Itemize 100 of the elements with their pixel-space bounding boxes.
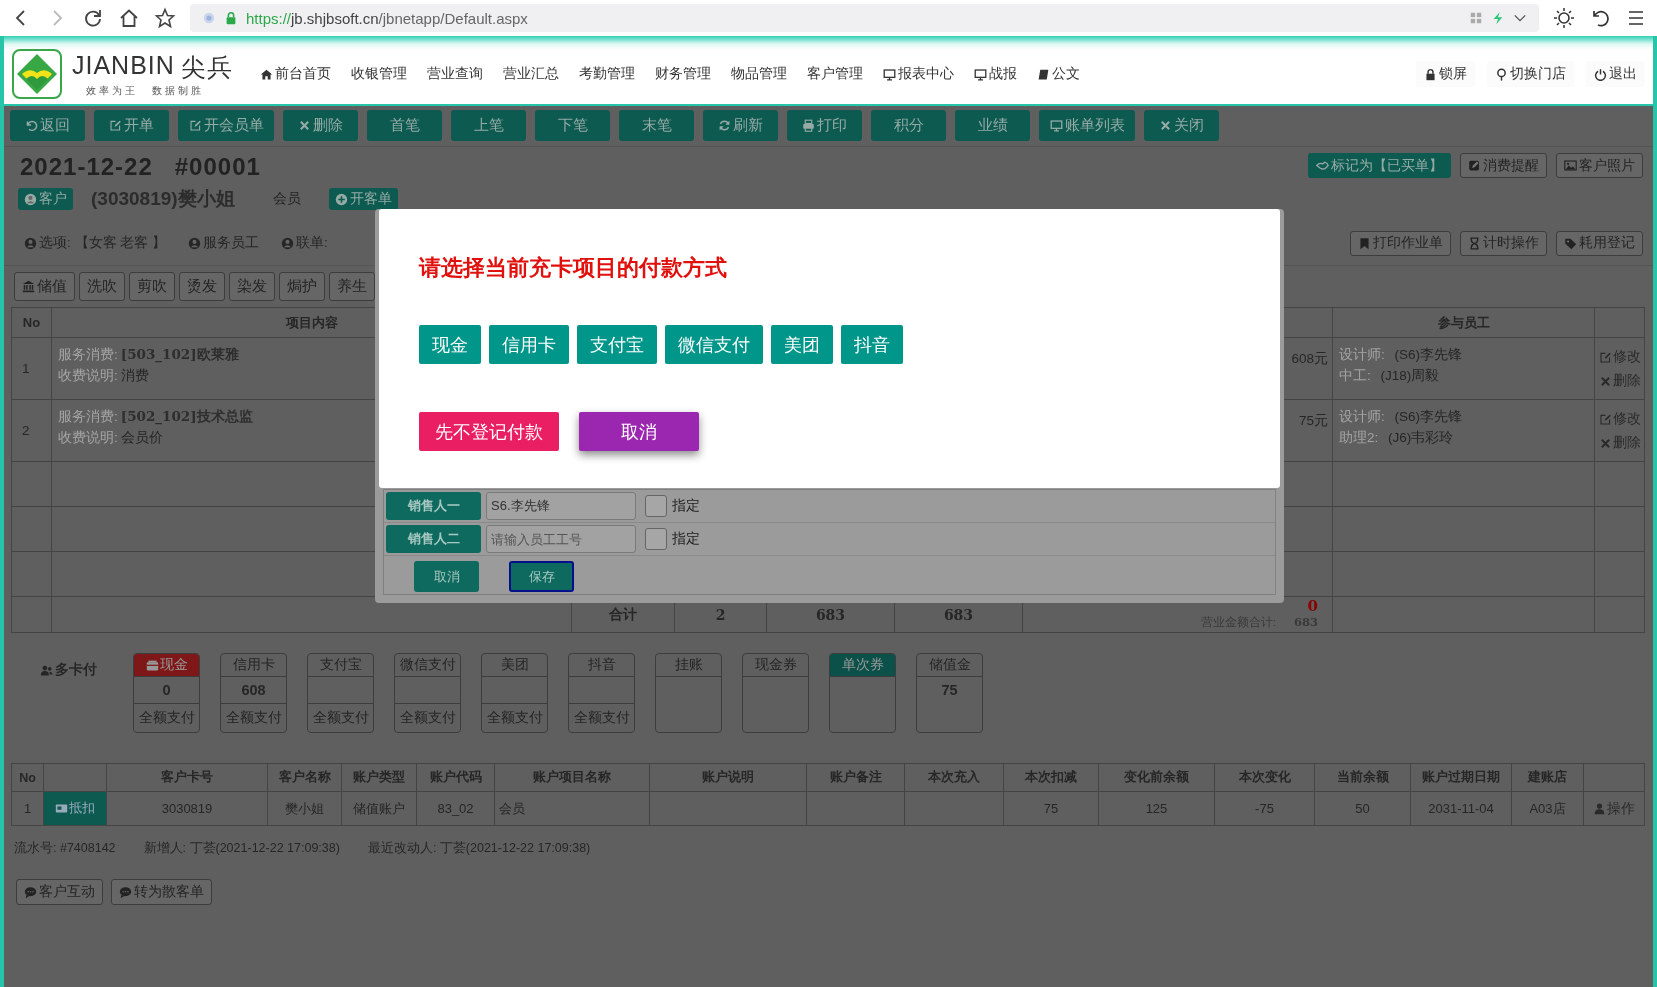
- total-label: 合计: [609, 605, 637, 624]
- header-link[interactable]: 锁屏: [1416, 61, 1475, 87]
- action-button[interactable]: 计时操作: [1460, 230, 1547, 256]
- payment-card-title[interactable]: 美团: [482, 654, 547, 677]
- lock-icon: [1424, 67, 1437, 81]
- payment-method-button[interactable]: 抖音: [841, 325, 903, 364]
- nav-item[interactable]: 收银管理: [343, 61, 415, 87]
- full-payment-button[interactable]: 全额支付: [134, 703, 199, 732]
- toolbar-button[interactable]: 首笔: [367, 110, 442, 141]
- payment-method-button[interactable]: 微信支付: [665, 325, 763, 364]
- toolbar-button[interactable]: 打印: [787, 110, 862, 141]
- reload-icon[interactable]: [82, 7, 104, 29]
- cross-icon: [1159, 119, 1172, 132]
- nav-item[interactable]: 营业查询: [419, 61, 491, 87]
- full-payment-button[interactable]: 全额支付: [482, 703, 547, 732]
- payment-card-title[interactable]: 抖音: [569, 654, 634, 677]
- dialog-button[interactable]: 保存: [509, 561, 574, 592]
- toolbar-button[interactable]: 末笔: [619, 110, 694, 141]
- header-link[interactable]: 退出: [1586, 61, 1645, 87]
- customer-button[interactable]: 客户: [18, 188, 73, 210]
- hand-icon: [1316, 159, 1329, 172]
- nav-item[interactable]: 公文: [1029, 61, 1088, 87]
- payment-card-title[interactable]: 单次券: [830, 654, 895, 677]
- action-button[interactable]: 打印作业单: [1350, 230, 1451, 256]
- payment-card-title[interactable]: 挂账: [656, 654, 721, 677]
- payment-method-button[interactable]: 支付宝: [577, 325, 657, 364]
- toolbar-button[interactable]: 业绩: [955, 110, 1030, 141]
- category-tab[interactable]: 染发: [229, 272, 275, 301]
- payment-method-button[interactable]: 美团: [771, 325, 833, 364]
- toolbar-button[interactable]: 开会员单: [178, 110, 274, 141]
- toolbar-button[interactable]: 返回: [10, 110, 85, 141]
- payment-card-title[interactable]: 现金券: [743, 654, 808, 677]
- full-payment-button[interactable]: 全额支付: [308, 703, 373, 732]
- salesperson-button[interactable]: 销售人二: [386, 525, 481, 553]
- payment-card-title[interactable]: 现金: [134, 654, 199, 677]
- nav-item[interactable]: 物品管理: [723, 61, 795, 87]
- checkbox[interactable]: [645, 495, 667, 517]
- bookmark-icon: [1358, 236, 1371, 250]
- payment-card-title[interactable]: 储值金: [917, 654, 982, 677]
- user-circle-icon: [24, 192, 37, 206]
- category-tab[interactable]: 储值: [14, 272, 75, 301]
- nav-item[interactable]: 营业汇总: [495, 61, 567, 87]
- action-button[interactable]: 客户照片: [1556, 153, 1643, 178]
- toolbar-button[interactable]: 积分: [871, 110, 946, 141]
- salesperson-button[interactable]: 销售人一: [386, 492, 481, 520]
- payment-method-button[interactable]: 现金: [419, 325, 481, 364]
- star-icon[interactable]: [154, 7, 176, 29]
- action-button[interactable]: 客户互动: [16, 879, 103, 905]
- charge-note: 收费说明: 消费: [58, 367, 149, 385]
- home-icon[interactable]: [118, 7, 140, 29]
- open-order-button[interactable]: 开客单: [328, 188, 398, 210]
- dialog-button[interactable]: 取消: [579, 412, 699, 451]
- full-payment-button[interactable]: 全额支付: [221, 703, 286, 732]
- nav-item[interactable]: 报表中心: [875, 61, 962, 87]
- item-amount: 608元: [1291, 350, 1328, 368]
- category-tab[interactable]: 洗吹: [79, 272, 125, 301]
- dialog-button[interactable]: 取消: [414, 561, 479, 592]
- header-link[interactable]: 切换门店: [1487, 61, 1574, 87]
- nav-item[interactable]: 考勤管理: [571, 61, 643, 87]
- category-tab[interactable]: 焗护: [279, 272, 325, 301]
- category-tab[interactable]: 烫发: [179, 272, 225, 301]
- address-bar[interactable]: https://jb.shjbsoft.cn/jbnetapp/Default.aspx: [190, 4, 1539, 32]
- toolbar-button[interactable]: 开单: [94, 110, 169, 141]
- brand-name: JIANBIN: [72, 50, 175, 81]
- action-button[interactable]: 消费提醒: [1460, 153, 1547, 178]
- column-header: 建账店: [1512, 764, 1584, 792]
- category-tab[interactable]: 剪吹: [129, 272, 175, 301]
- nav-item[interactable]: 客户管理: [799, 61, 871, 87]
- toolbar-button[interactable]: 上笔: [451, 110, 526, 141]
- payment-card-title[interactable]: 微信支付: [395, 654, 460, 677]
- employee-field[interactable]: 请输入员工工号: [486, 525, 636, 553]
- toolbar-button[interactable]: 删除: [283, 110, 358, 141]
- toolbar-button[interactable]: 下笔: [535, 110, 610, 141]
- toolbar-button[interactable]: 关闭: [1144, 110, 1219, 141]
- toolbar-button[interactable]: 刷新: [703, 110, 778, 141]
- payment-method-button[interactable]: 信用卡: [489, 325, 569, 364]
- dialog-button[interactable]: 先不登记付款: [419, 412, 559, 451]
- action-button[interactable]: 标记为【已买单】: [1308, 153, 1451, 178]
- row-number: 2: [22, 423, 30, 438]
- slogan-text: 数据制胜: [152, 83, 204, 98]
- nav-item[interactable]: 战报: [966, 61, 1025, 87]
- cross-icon: [1598, 436, 1612, 450]
- total-amount: 683: [943, 606, 974, 623]
- deduct-button[interactable]: 抵扣: [44, 792, 106, 825]
- full-payment-button[interactable]: 全额支付: [569, 703, 634, 732]
- action-button[interactable]: 耗用登记: [1556, 230, 1643, 256]
- column-header: 本次变化: [1215, 764, 1315, 792]
- table-cell: 83_02: [437, 801, 474, 816]
- item-amount: 75元: [1298, 412, 1328, 430]
- full-payment-button[interactable]: 全额支付: [395, 703, 460, 732]
- nav-item[interactable]: 财务管理: [647, 61, 719, 87]
- sun-icon[interactable]: [1553, 7, 1575, 29]
- action-button[interactable]: 转为散客单: [111, 879, 212, 905]
- toolbar-button[interactable]: 账单列表: [1039, 110, 1135, 141]
- category-tab[interactable]: 养生: [329, 272, 375, 301]
- checkbox[interactable]: [645, 528, 667, 550]
- nav-item[interactable]: 前台首页: [252, 61, 339, 87]
- employee-field[interactable]: S6.李先锋: [486, 492, 636, 520]
- person-icon: [1593, 802, 1606, 815]
- payment-card-title[interactable]: 支付宝: [308, 654, 373, 677]
